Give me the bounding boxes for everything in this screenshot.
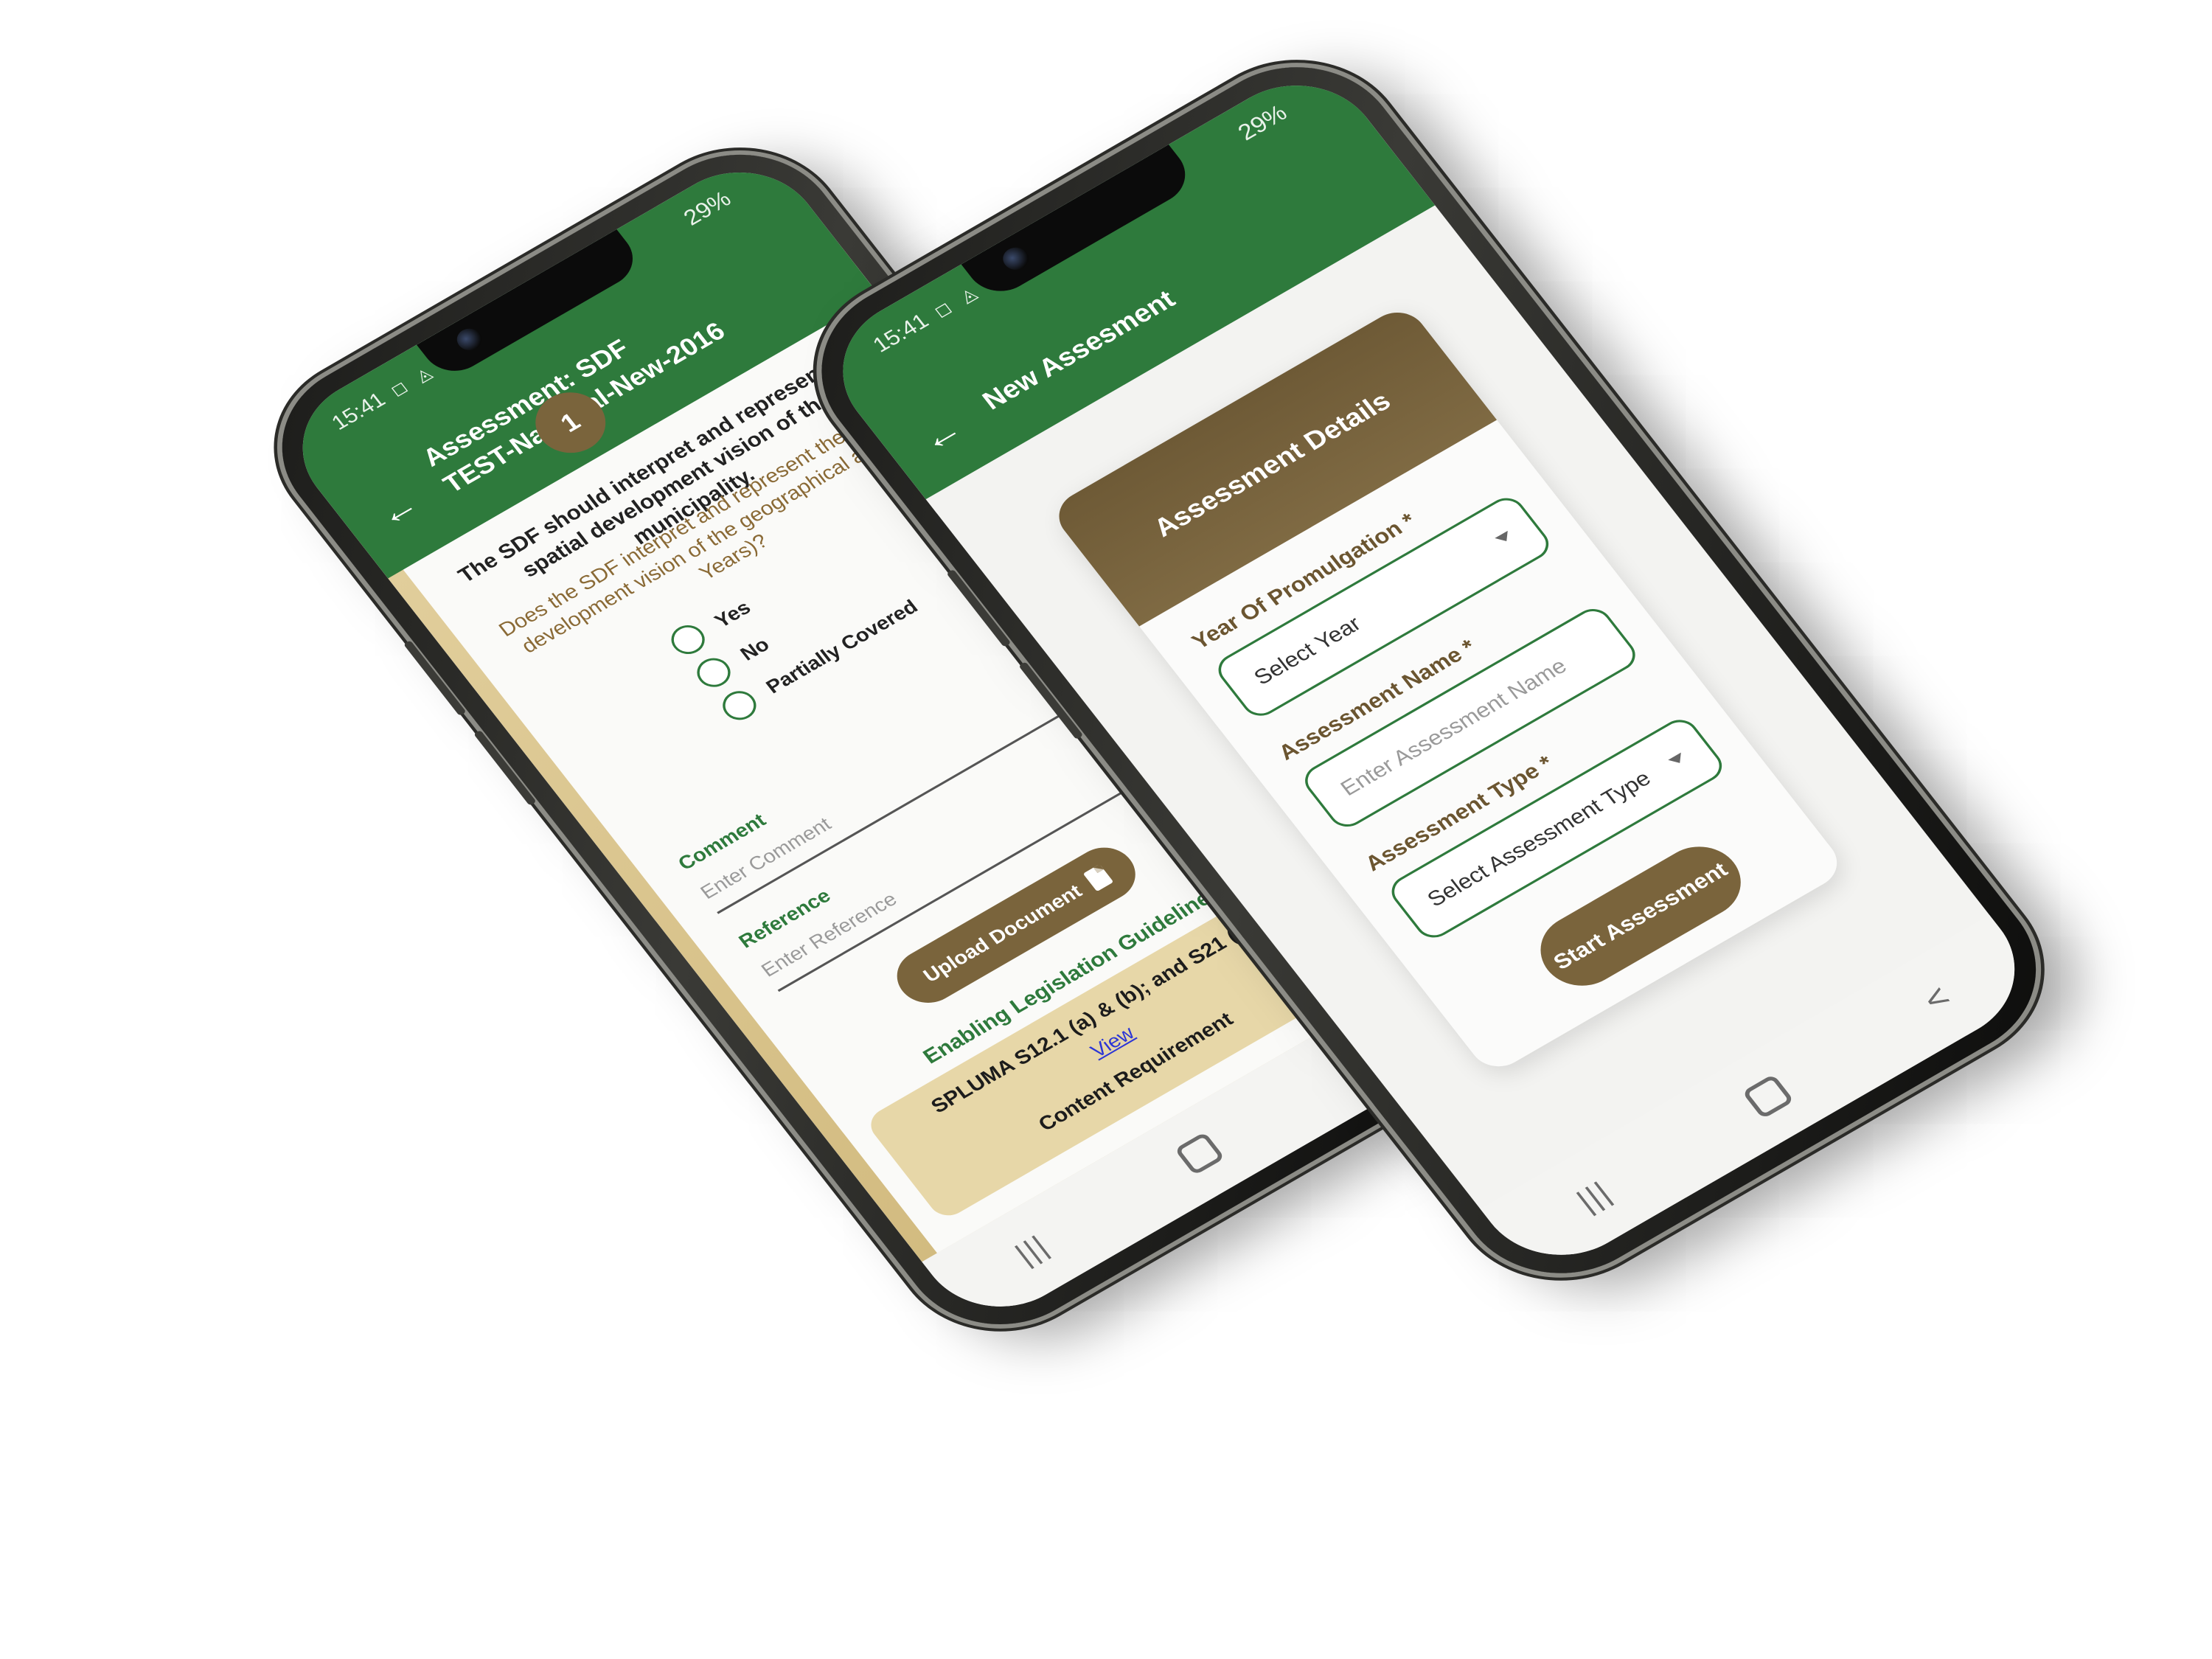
home-button[interactable] <box>1174 1132 1225 1176</box>
camera <box>452 324 487 355</box>
status-time: 15:41 <box>327 387 390 434</box>
camera <box>998 243 1034 274</box>
arrow-left-icon[interactable]: ← <box>369 484 428 536</box>
year-value: Select Year <box>1249 611 1366 689</box>
radio-no[interactable] <box>690 653 737 693</box>
home-button[interactable] <box>1741 1074 1795 1119</box>
status-time: 15:41 <box>868 308 933 357</box>
radio-partially-covered[interactable] <box>716 685 763 726</box>
page-title: New Assesment <box>976 285 1181 416</box>
document-icon <box>1082 863 1114 892</box>
chevron-down-icon <box>1668 752 1686 767</box>
option-label: No <box>735 633 773 665</box>
nav-back-button[interactable]: < <box>1916 978 1958 1020</box>
option-label: Yes <box>709 596 755 632</box>
arrow-left-icon[interactable]: ← <box>911 408 972 462</box>
battery-level: 29% <box>1233 100 1293 146</box>
recents-button[interactable]: ||| <box>1009 1229 1055 1271</box>
radio-yes[interactable] <box>664 619 712 660</box>
recents-button[interactable]: ||| <box>1571 1175 1618 1218</box>
chevron-down-icon <box>1495 530 1513 546</box>
battery-level: 29% <box>678 187 737 231</box>
option-label: Partially Covered <box>761 594 922 698</box>
